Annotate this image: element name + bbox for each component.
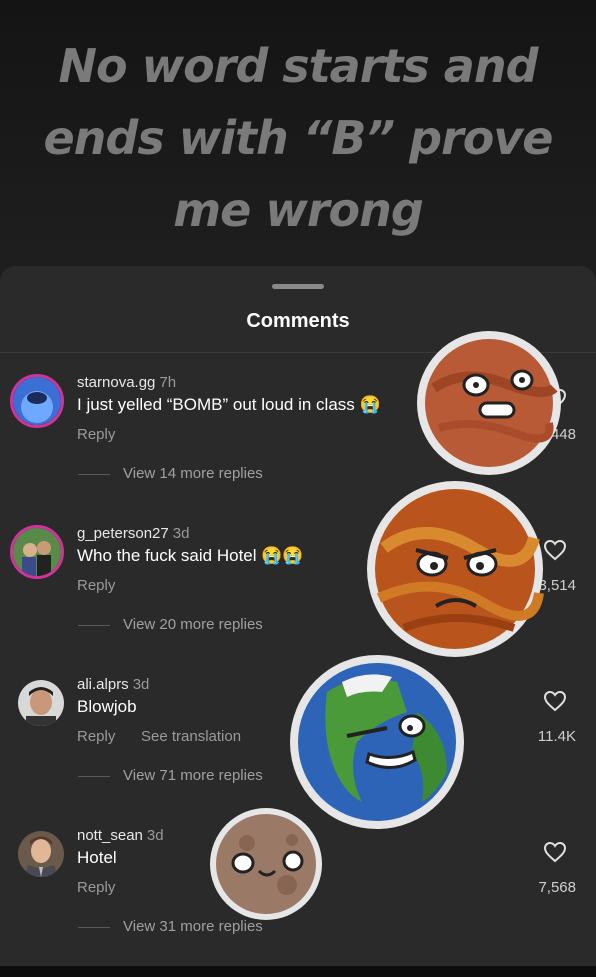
comment-text: Hotel xyxy=(77,848,117,867)
drag-handle[interactable] xyxy=(272,284,324,289)
see-translation-button[interactable]: See translation xyxy=(141,728,241,745)
comment-text: Who the fuck said Hotel 😭😭 xyxy=(77,546,304,565)
avatar[interactable] xyxy=(10,374,64,428)
venus-planet-sticker xyxy=(367,481,544,657)
comment-username[interactable]: ali.alprs 3d xyxy=(77,676,149,693)
comment-username[interactable]: starnova.gg 7h xyxy=(77,374,176,391)
heart-icon[interactable] xyxy=(543,690,567,712)
view-more-replies[interactable]: View 71 more replies xyxy=(123,767,263,784)
avatar[interactable] xyxy=(10,525,64,579)
comment-time: 7h xyxy=(159,374,177,391)
comment-username[interactable]: nott_sean 3d xyxy=(77,827,164,844)
avatar[interactable] xyxy=(18,680,64,726)
reply-button[interactable]: Reply xyxy=(77,879,115,896)
video-background: No word starts and ends with “B” prove m… xyxy=(0,0,596,280)
mars-planet-sticker xyxy=(417,331,561,475)
replies-divider xyxy=(78,776,110,777)
replies-divider xyxy=(78,625,110,626)
reply-button[interactable]: Reply xyxy=(77,426,115,443)
video-caption: No word starts and ends with “B” prove m… xyxy=(43,39,553,237)
view-more-replies[interactable]: View 14 more replies xyxy=(123,465,263,482)
comment-username[interactable]: g_peterson27 3d xyxy=(77,525,189,542)
comment-text: Blowjob xyxy=(77,697,137,716)
comment-text: I just yelled “BOMB” out loud in class 😭 xyxy=(77,395,381,414)
like-count: 11.4K xyxy=(537,728,576,745)
like-count: 7,568 xyxy=(538,879,576,896)
reply-button[interactable]: Reply xyxy=(77,577,115,594)
reply-button[interactable]: Reply xyxy=(77,728,115,745)
replies-divider xyxy=(78,927,110,928)
mercury-planet-sticker xyxy=(210,808,322,920)
heart-icon[interactable] xyxy=(543,841,567,863)
replies-divider xyxy=(78,474,110,475)
comment-time: 3d xyxy=(172,525,190,542)
avatar[interactable] xyxy=(18,831,64,877)
view-more-replies[interactable]: View 20 more replies xyxy=(123,616,263,633)
comment-time: 3d xyxy=(132,676,150,693)
comment-time: 3d xyxy=(146,827,164,844)
heart-icon[interactable] xyxy=(543,539,567,561)
